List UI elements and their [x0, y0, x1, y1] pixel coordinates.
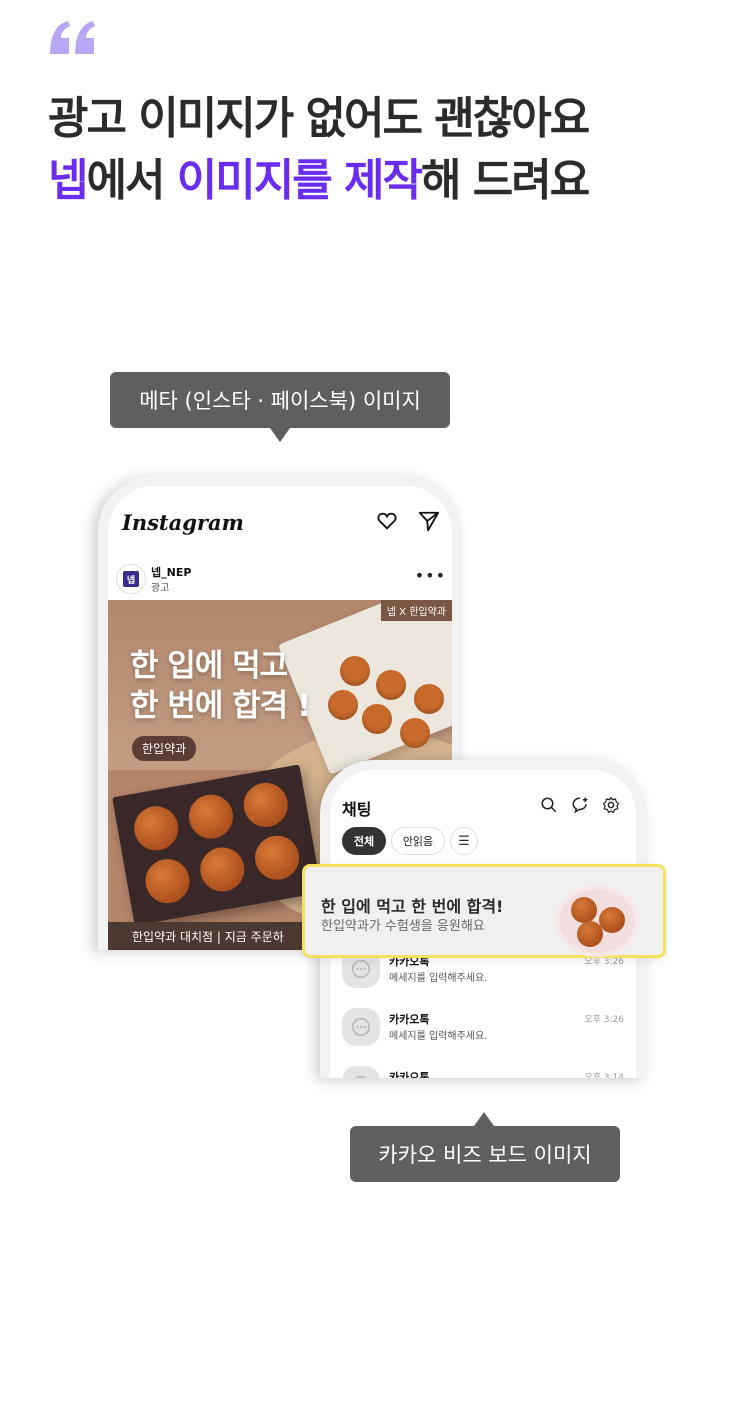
- send-icon[interactable]: [418, 510, 440, 532]
- yakgwa: [142, 855, 194, 907]
- yakgwa-cookie: [328, 690, 358, 720]
- yakgwa: [130, 802, 182, 854]
- chat-name: 카카오톡: [389, 1071, 430, 1078]
- avatar-logo: 넵: [123, 571, 139, 587]
- yakgwa: [196, 843, 248, 895]
- ad-brand-pill: 한입약과: [132, 736, 197, 761]
- ad-collab-tag: 넵 X 한입약과: [380, 600, 452, 621]
- headline-accent-brand: 넵: [48, 155, 89, 206]
- bizboard-subtitle: 한입약과가 수험생을 응원해요: [321, 919, 485, 934]
- yakgwa: [571, 897, 597, 923]
- yakgwa: [599, 907, 625, 933]
- meta-image-tooltip: 메타 (인스타 · 페이스북) 이미지: [110, 372, 450, 442]
- chat-title: 채팅: [342, 800, 372, 819]
- chat-time: 오후 3:26: [584, 1015, 624, 1025]
- headline: 광고 이미지가 없어도 괜찮아요 넵에서 이미지를 제작해 드려요: [48, 88, 590, 212]
- yakgwa: [240, 779, 292, 831]
- ad-title-line1: 한 입에 먹고: [130, 648, 288, 684]
- yakgwa-cookie: [362, 704, 392, 734]
- search-icon[interactable]: [540, 796, 558, 814]
- bizboard-title: 한 입에 먹고 한 번에 합격!: [321, 897, 504, 916]
- headline-end: 해 드려요: [420, 155, 590, 206]
- yakgwa-cookie: [400, 718, 430, 748]
- avatar[interactable]: 넵: [116, 564, 146, 594]
- headline-line1: 광고 이미지가 없어도 괜찮아요: [48, 93, 590, 144]
- list-item[interactable]: 카카오톡 오후 3:14: [342, 1066, 624, 1078]
- new-chat-icon[interactable]: [571, 796, 589, 814]
- yakgwa: [185, 791, 237, 843]
- yakgwa-cookie: [414, 684, 444, 714]
- kakao-image-tooltip: 카카오 비즈 보드 이미지: [350, 1112, 620, 1182]
- tab-unread[interactable]: 안읽음: [391, 827, 445, 855]
- chat-message: 메세지를 입력해주세요.: [389, 1031, 488, 1042]
- yakgwa: [577, 921, 603, 947]
- heart-icon[interactable]: [376, 510, 398, 532]
- add-folder-icon[interactable]: ☰: [450, 827, 478, 855]
- account-name[interactable]: 넵_NEP: [151, 564, 191, 580]
- headline-accent-action: 이미지를 제작: [176, 155, 423, 206]
- chat-name: 카카오톡: [389, 1013, 430, 1026]
- instagram-logo: Instagram: [122, 510, 244, 535]
- kakao-bizboard-ad[interactable]: 한 입에 먹고 한 번에 합격! 한입약과가 수험생을 응원해요: [302, 864, 666, 958]
- yakgwa-cookie: [340, 656, 370, 686]
- chat-message: 메세지를 입력해주세요.: [389, 973, 488, 984]
- chat-bubble-icon: [342, 1066, 380, 1078]
- headline-mid: 에서: [86, 155, 177, 206]
- yakgwa-cookie: [376, 670, 406, 700]
- quote-icon: [50, 21, 95, 54]
- chat-bubble-icon: [342, 1008, 380, 1046]
- ad-title: 한 입에 먹고 한 번에 합격 !: [130, 646, 311, 726]
- gear-icon[interactable]: [602, 796, 620, 814]
- tab-all[interactable]: 전체: [342, 827, 386, 855]
- chat-time: 오후 3:14: [584, 1073, 624, 1078]
- list-item[interactable]: 카카오톡 메세지를 입력해주세요. 오후 3:26: [342, 1008, 624, 1052]
- sponsored-label: 광고: [151, 583, 170, 594]
- yakgwa-plate-image: [555, 885, 639, 957]
- chevron-down-icon[interactable]: ⌄: [228, 514, 238, 528]
- yakgwa: [251, 832, 303, 884]
- ad-title-line2: 한 번에 합격 !: [130, 688, 311, 724]
- headline-line2: 넵에서 이미지를 제작해 드려요: [48, 150, 590, 212]
- more-options-icon[interactable]: •••: [415, 566, 446, 585]
